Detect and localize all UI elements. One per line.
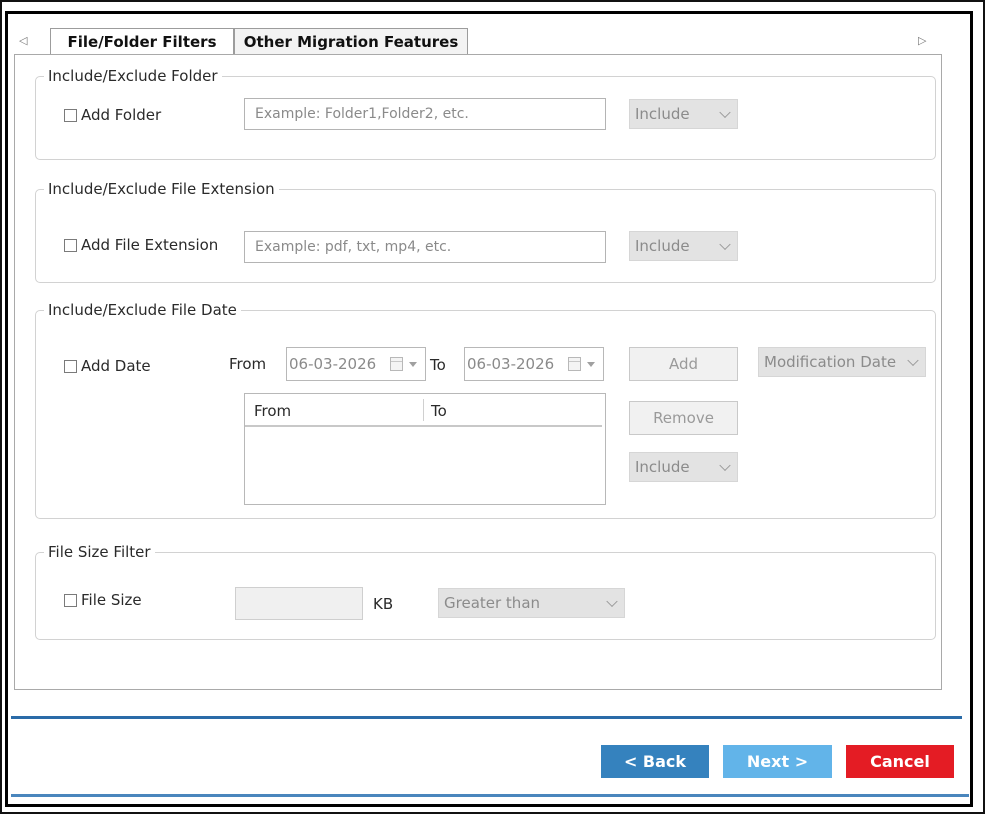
to-date-label: To bbox=[430, 356, 446, 374]
dropdown-arrow-icon[interactable] bbox=[587, 362, 595, 367]
extension-filter-legend: Include/Exclude File Extension bbox=[48, 180, 275, 198]
from-date-label: From bbox=[229, 355, 267, 373]
add-folder-checkbox[interactable]: Add Folder bbox=[64, 106, 161, 124]
cancel-button[interactable]: Cancel bbox=[846, 745, 954, 778]
size-comparison-value: Greater than bbox=[444, 594, 541, 612]
date-type-select[interactable]: Modification Date bbox=[758, 347, 926, 377]
date-range-list-header: From To bbox=[245, 394, 602, 427]
add-file-extension-label: Add File Extension bbox=[81, 236, 219, 254]
size-comparison-select[interactable]: Greater than bbox=[438, 588, 625, 618]
folder-mode-value: Include bbox=[635, 105, 690, 123]
remove-date-button[interactable]: Remove bbox=[629, 401, 738, 435]
add-date-label: Add Date bbox=[81, 357, 151, 375]
date-type-value: Modification Date bbox=[764, 353, 897, 371]
folder-input[interactable]: Example: Folder1,Folder2, etc. bbox=[244, 98, 606, 130]
footer-separator bbox=[11, 716, 962, 719]
date-mode-value: Include bbox=[635, 458, 690, 476]
file-extension-input[interactable]: Example: pdf, txt, mp4, etc. bbox=[244, 231, 606, 263]
add-date-button[interactable]: Add bbox=[629, 347, 738, 381]
add-file-extension-checkbox-box[interactable] bbox=[64, 238, 77, 252]
back-button[interactable]: < Back bbox=[601, 745, 709, 778]
folder-mode-select[interactable]: Include bbox=[629, 99, 738, 129]
file-size-label: File Size bbox=[81, 591, 142, 609]
date-range-list[interactable]: From To bbox=[244, 393, 606, 505]
add-folder-label: Add Folder bbox=[81, 106, 162, 124]
extension-mode-select[interactable]: Include bbox=[629, 231, 738, 261]
tab-scroll-right-icon[interactable]: ▷ bbox=[918, 34, 926, 47]
size-unit-label: KB bbox=[373, 595, 394, 613]
next-button[interactable]: Next > bbox=[723, 745, 832, 778]
chevron-down-icon bbox=[719, 238, 731, 251]
to-date-value: 06-03-2026 bbox=[467, 355, 555, 373]
to-date-picker[interactable]: 06-03-2026 bbox=[464, 347, 604, 381]
chevron-down-icon bbox=[907, 354, 919, 367]
dropdown-arrow-icon[interactable] bbox=[409, 362, 417, 367]
bottom-separator bbox=[11, 794, 969, 797]
date-mode-select[interactable]: Include bbox=[629, 452, 738, 482]
tab-scroll-left-icon[interactable]: ◁ bbox=[19, 34, 27, 47]
file-size-checkbox-box[interactable] bbox=[64, 593, 77, 607]
from-date-picker[interactable]: 06-03-2026 bbox=[286, 347, 426, 381]
add-date-checkbox-box[interactable] bbox=[64, 359, 77, 373]
add-date-checkbox[interactable]: Add Date bbox=[64, 357, 151, 375]
tab-other-migration-features[interactable]: Other Migration Features bbox=[234, 28, 468, 54]
chevron-down-icon bbox=[719, 106, 731, 119]
from-date-value: 06-03-2026 bbox=[289, 355, 377, 373]
add-folder-checkbox-box[interactable] bbox=[64, 108, 77, 122]
list-column-from[interactable]: From bbox=[254, 402, 291, 420]
list-column-to[interactable]: To bbox=[431, 402, 447, 420]
chevron-down-icon bbox=[606, 595, 618, 608]
extension-mode-value: Include bbox=[635, 237, 690, 255]
date-filter-legend: Include/Exclude File Date bbox=[48, 301, 237, 319]
calendar-icon[interactable] bbox=[568, 357, 581, 371]
file-size-filter-legend: File Size Filter bbox=[48, 543, 151, 561]
folder-filter-legend: Include/Exclude Folder bbox=[48, 67, 218, 85]
file-size-checkbox[interactable]: File Size bbox=[64, 591, 142, 609]
column-divider[interactable] bbox=[423, 399, 424, 421]
file-size-input[interactable] bbox=[235, 587, 363, 620]
chevron-down-icon bbox=[719, 459, 731, 472]
add-file-extension-checkbox[interactable]: Add File Extension bbox=[64, 236, 218, 254]
tab-file-folder-filters[interactable]: File/Folder Filters bbox=[50, 28, 234, 55]
calendar-icon[interactable] bbox=[390, 357, 403, 371]
